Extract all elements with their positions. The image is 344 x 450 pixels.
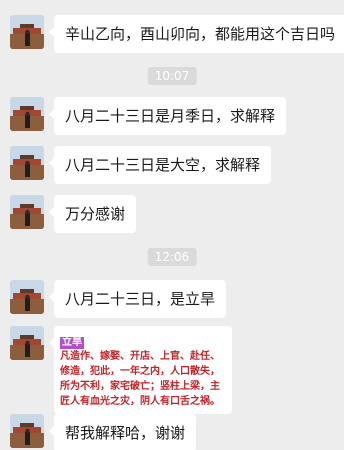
avatar[interactable] xyxy=(10,414,44,448)
message-bubble[interactable]: 八月二十三日是大空，求解释 xyxy=(48,146,272,184)
avatar[interactable] xyxy=(10,195,44,229)
message-bubble[interactable]: 万分感谢 xyxy=(48,195,137,233)
avatar-photo-icon xyxy=(10,280,44,314)
avatar[interactable] xyxy=(10,146,44,180)
avatar-photo-icon xyxy=(10,97,44,131)
avatar-photo-icon xyxy=(10,326,44,360)
avatar-photo-icon xyxy=(10,195,44,229)
avatar-photo-icon xyxy=(10,15,44,49)
rich-message-body: 凡造作、嫁娶、开店、上官、赴任、修造，犯此，一年之内，人口散失，所为不利，家宅破… xyxy=(60,351,220,407)
rich-message-title: 立旱 xyxy=(60,337,84,349)
avatar-photo-icon xyxy=(10,146,44,180)
message-bubble[interactable]: 八月二十三日是月季日，求解释 xyxy=(48,97,287,135)
avatar[interactable] xyxy=(10,15,44,49)
timestamp: 10:07 xyxy=(147,67,197,85)
message-bubble[interactable]: 帮我解释哈，谢谢 xyxy=(48,414,197,450)
rich-message-bubble[interactable]: 立旱 凡造作、嫁娶、开店、上官、赴任、修造，犯此，一年之内，人口散失，所为不利，… xyxy=(49,326,232,414)
message-bubble[interactable]: 辛山乙向，酉山卯向，都能用这个吉日吗 xyxy=(48,15,344,53)
timestamp: 12:06 xyxy=(147,248,197,266)
message-bubble[interactable]: 八月二十三日，是立旱 xyxy=(48,280,227,318)
avatar[interactable] xyxy=(10,326,44,360)
avatar[interactable] xyxy=(10,280,44,314)
avatar[interactable] xyxy=(10,97,44,131)
avatar-photo-icon xyxy=(10,414,44,448)
